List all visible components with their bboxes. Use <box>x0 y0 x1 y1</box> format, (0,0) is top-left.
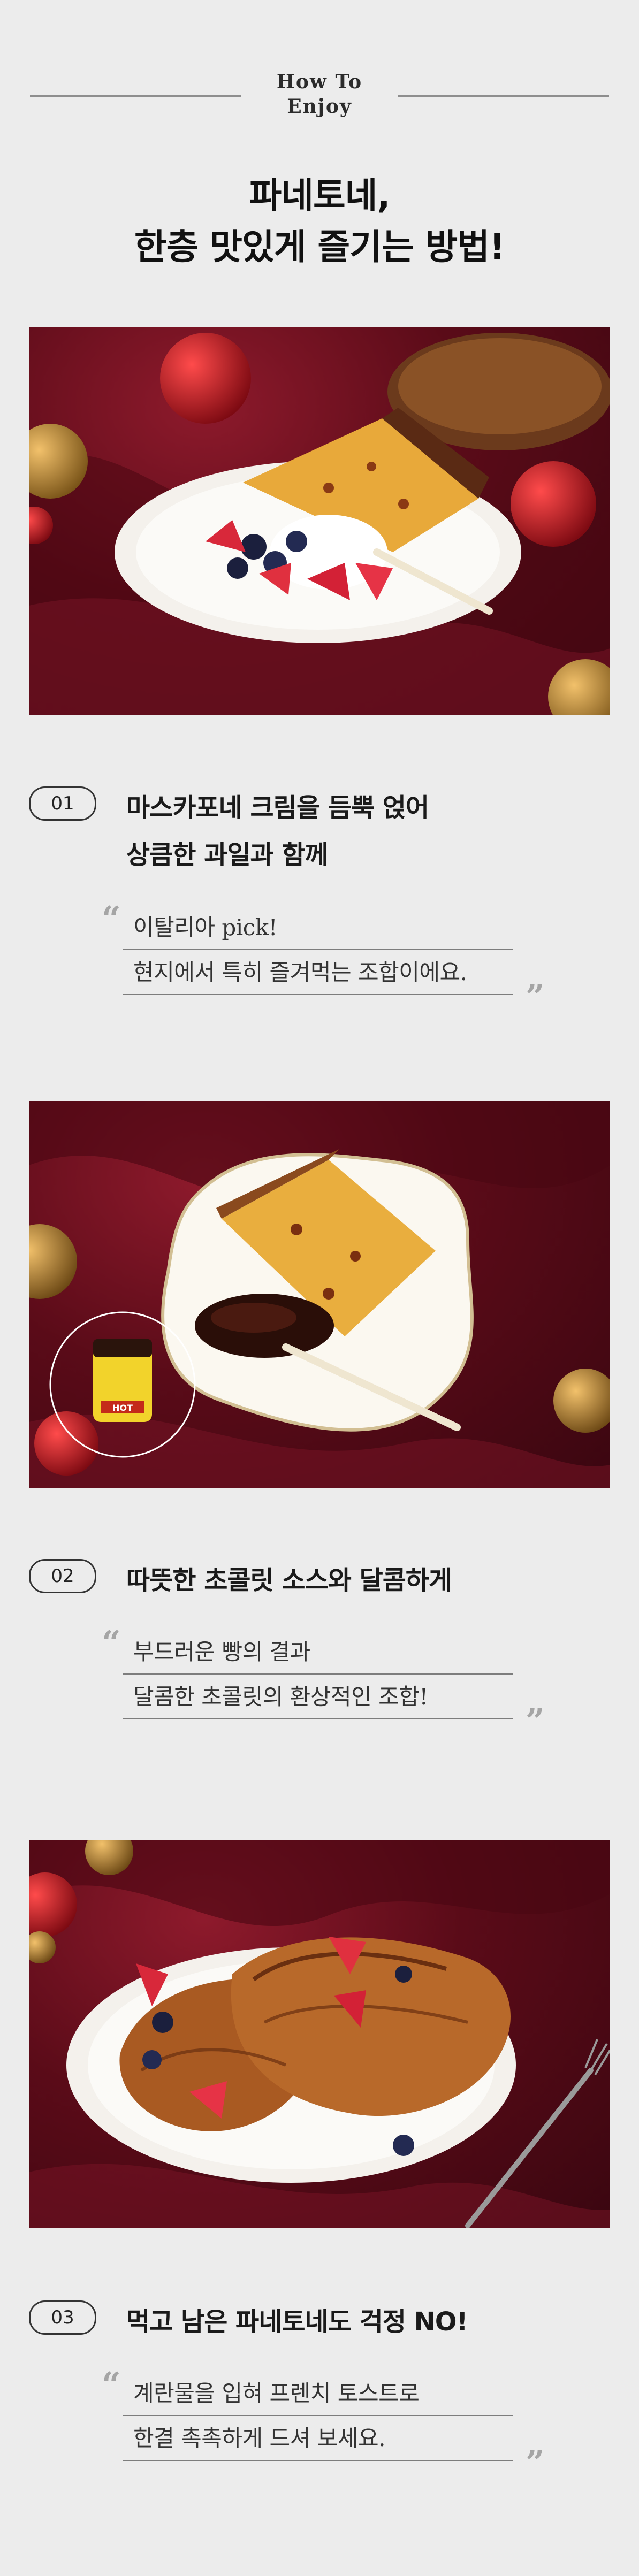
step-number-badge: 02 <box>29 1559 96 1593</box>
photo-french-toast <box>29 1840 610 2228</box>
quote-line-1: 이탈리아 pick! <box>123 905 513 950</box>
quote-line-2: 한결 촉촉하게 드셔 보세요. <box>123 2416 513 2461</box>
step-title-line-1: 마스카포네 크림을 듬뿍 얹어 <box>126 793 429 823</box>
close-quote-icon: ” <box>526 977 545 1016</box>
panettone-chocolate-illustration: HOT <box>29 1101 610 1488</box>
panettone-french-toast-illustration <box>29 1840 610 2228</box>
jar-label-text: HOT <box>112 1403 133 1413</box>
photo-cream-berries <box>29 327 610 715</box>
photo-chocolate-sauce: HOT <box>29 1101 610 1488</box>
step-title-line-1: 따뜻한 초콜릿 소스와 달콤하게 <box>126 1565 452 1595</box>
panettone-cream-berries-illustration <box>29 333 610 715</box>
step-title-line-1: 먹고 남은 파네토네도 걱정 NO! <box>126 2307 468 2337</box>
quote-line-1: 부드러운 빵의 결과 <box>123 1630 513 1675</box>
page: How To Enjoy 파네토네, 한층 맛있게 즐기는 방법! 01 마스카… <box>0 0 639 2576</box>
step-title-line-2: 상큼한 과일과 함께 <box>126 840 329 870</box>
open-quote-icon: “ <box>102 2365 121 2404</box>
step-number-badge: 01 <box>29 786 96 821</box>
eyebrow-heading: How To Enjoy <box>0 70 639 119</box>
eyebrow-line-2: Enjoy <box>287 95 352 118</box>
quote-line-1: 계란물을 입혀 프렌치 토스트로 <box>123 2371 513 2416</box>
open-quote-icon: “ <box>102 899 121 938</box>
page-title-line-2: 한층 맛있게 즐기는 방법! <box>134 226 505 267</box>
quote-line-2: 현지에서 특히 즐겨먹는 조합이에요. <box>123 950 513 995</box>
step-title: 마스카포네 크림을 듬뿍 얹어 상큼한 과일과 함께 <box>126 784 597 878</box>
page-title-line-1: 파네토네, <box>249 175 391 216</box>
open-quote-icon: “ <box>102 1623 121 1662</box>
step-number-badge: 03 <box>29 2300 96 2335</box>
step-title: 따뜻한 초콜릿 소스와 달콤하게 <box>126 1557 597 1604</box>
close-quote-icon: ” <box>526 1701 545 1740</box>
close-quote-icon: ” <box>526 2443 545 2482</box>
eyebrow-line-1: How To <box>276 71 363 93</box>
step-title: 먹고 남은 파네토네도 걱정 NO! <box>126 2298 597 2345</box>
quote-line-2: 달콤한 초콜릿의 환상적인 조합! <box>123 1675 513 1719</box>
header: How To Enjoy 파네토네, 한층 맛있게 즐기는 방법! <box>0 0 639 267</box>
page-title: 파네토네, 한층 맛있게 즐기는 방법! <box>0 170 639 273</box>
